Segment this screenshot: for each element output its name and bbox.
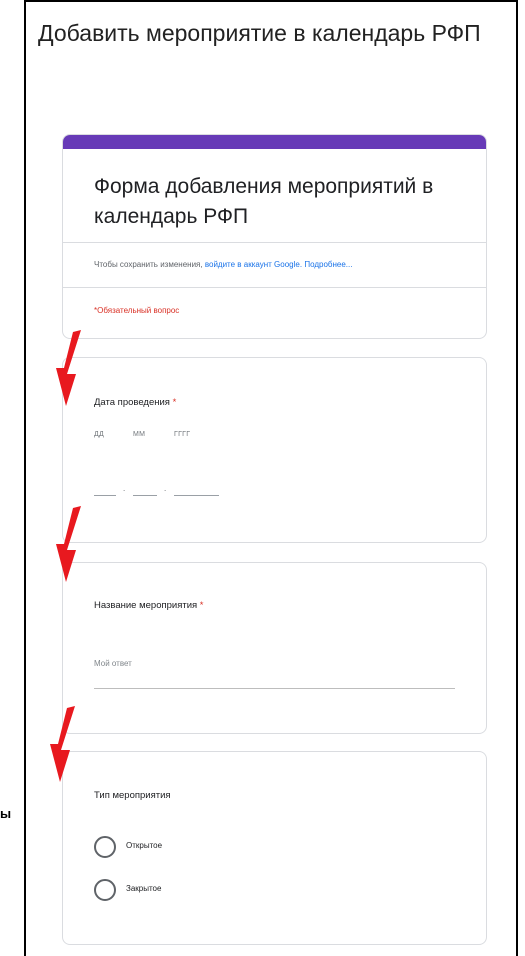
year-label: ГГГГ <box>174 431 191 438</box>
question-type-card: Тип мероприятия Открытое Закрытое <box>62 751 487 945</box>
radio-closed-label: Закрытое <box>126 884 162 893</box>
required-note: *Обязательный вопрос <box>94 306 180 315</box>
required-star: * <box>172 397 177 408</box>
month-label: ММ <box>133 431 146 438</box>
question-date-title: Дата проведения * <box>94 397 176 408</box>
required-star: * <box>199 600 204 611</box>
learn-more-link[interactable]: Подробнее... <box>304 260 352 269</box>
form-header-band <box>63 135 486 149</box>
date-separator: . <box>164 484 167 493</box>
year-input[interactable] <box>174 495 219 496</box>
divider <box>63 242 486 243</box>
question-name-label: Название мероприятия <box>94 600 198 611</box>
side-text-fragment: ы <box>0 806 12 821</box>
question-date-card: Дата проведения * ДД ММ ГГГГ . . <box>62 357 487 543</box>
form-header-card: Форма добавления мероприятий в календарь… <box>62 134 487 339</box>
annotation-arrow-icon <box>56 506 81 582</box>
question-date-label: Дата проведения <box>94 397 170 408</box>
date-separator: . <box>123 484 126 493</box>
radio-open-label: Открытое <box>126 841 163 850</box>
day-label: ДД <box>94 431 105 438</box>
save-note: Чтобы сохранить изменения, войдите в акк… <box>94 260 352 269</box>
page-title: Добавить мероприятие в календарь РФП <box>38 20 481 46</box>
form-title: Форма добавления мероприятий в календарь… <box>94 175 434 228</box>
radio-closed[interactable] <box>94 879 116 901</box>
month-input[interactable] <box>133 495 157 496</box>
sign-in-link[interactable]: войдите в аккаунт Google. <box>205 260 302 269</box>
save-note-text: Чтобы сохранить изменения, <box>94 260 205 269</box>
question-name-title: Название мероприятия * <box>94 600 204 611</box>
answer-underline <box>94 688 455 689</box>
annotation-arrow-icon <box>50 706 75 782</box>
radio-open[interactable] <box>94 836 116 858</box>
question-type-title: Тип мероприятия <box>94 790 171 801</box>
annotation-arrow-icon <box>56 330 81 406</box>
divider <box>63 287 486 288</box>
day-input[interactable] <box>94 495 116 496</box>
answer-input[interactable]: Мой ответ <box>94 659 132 668</box>
question-name-card: Название мероприятия * Мой ответ <box>62 562 487 734</box>
